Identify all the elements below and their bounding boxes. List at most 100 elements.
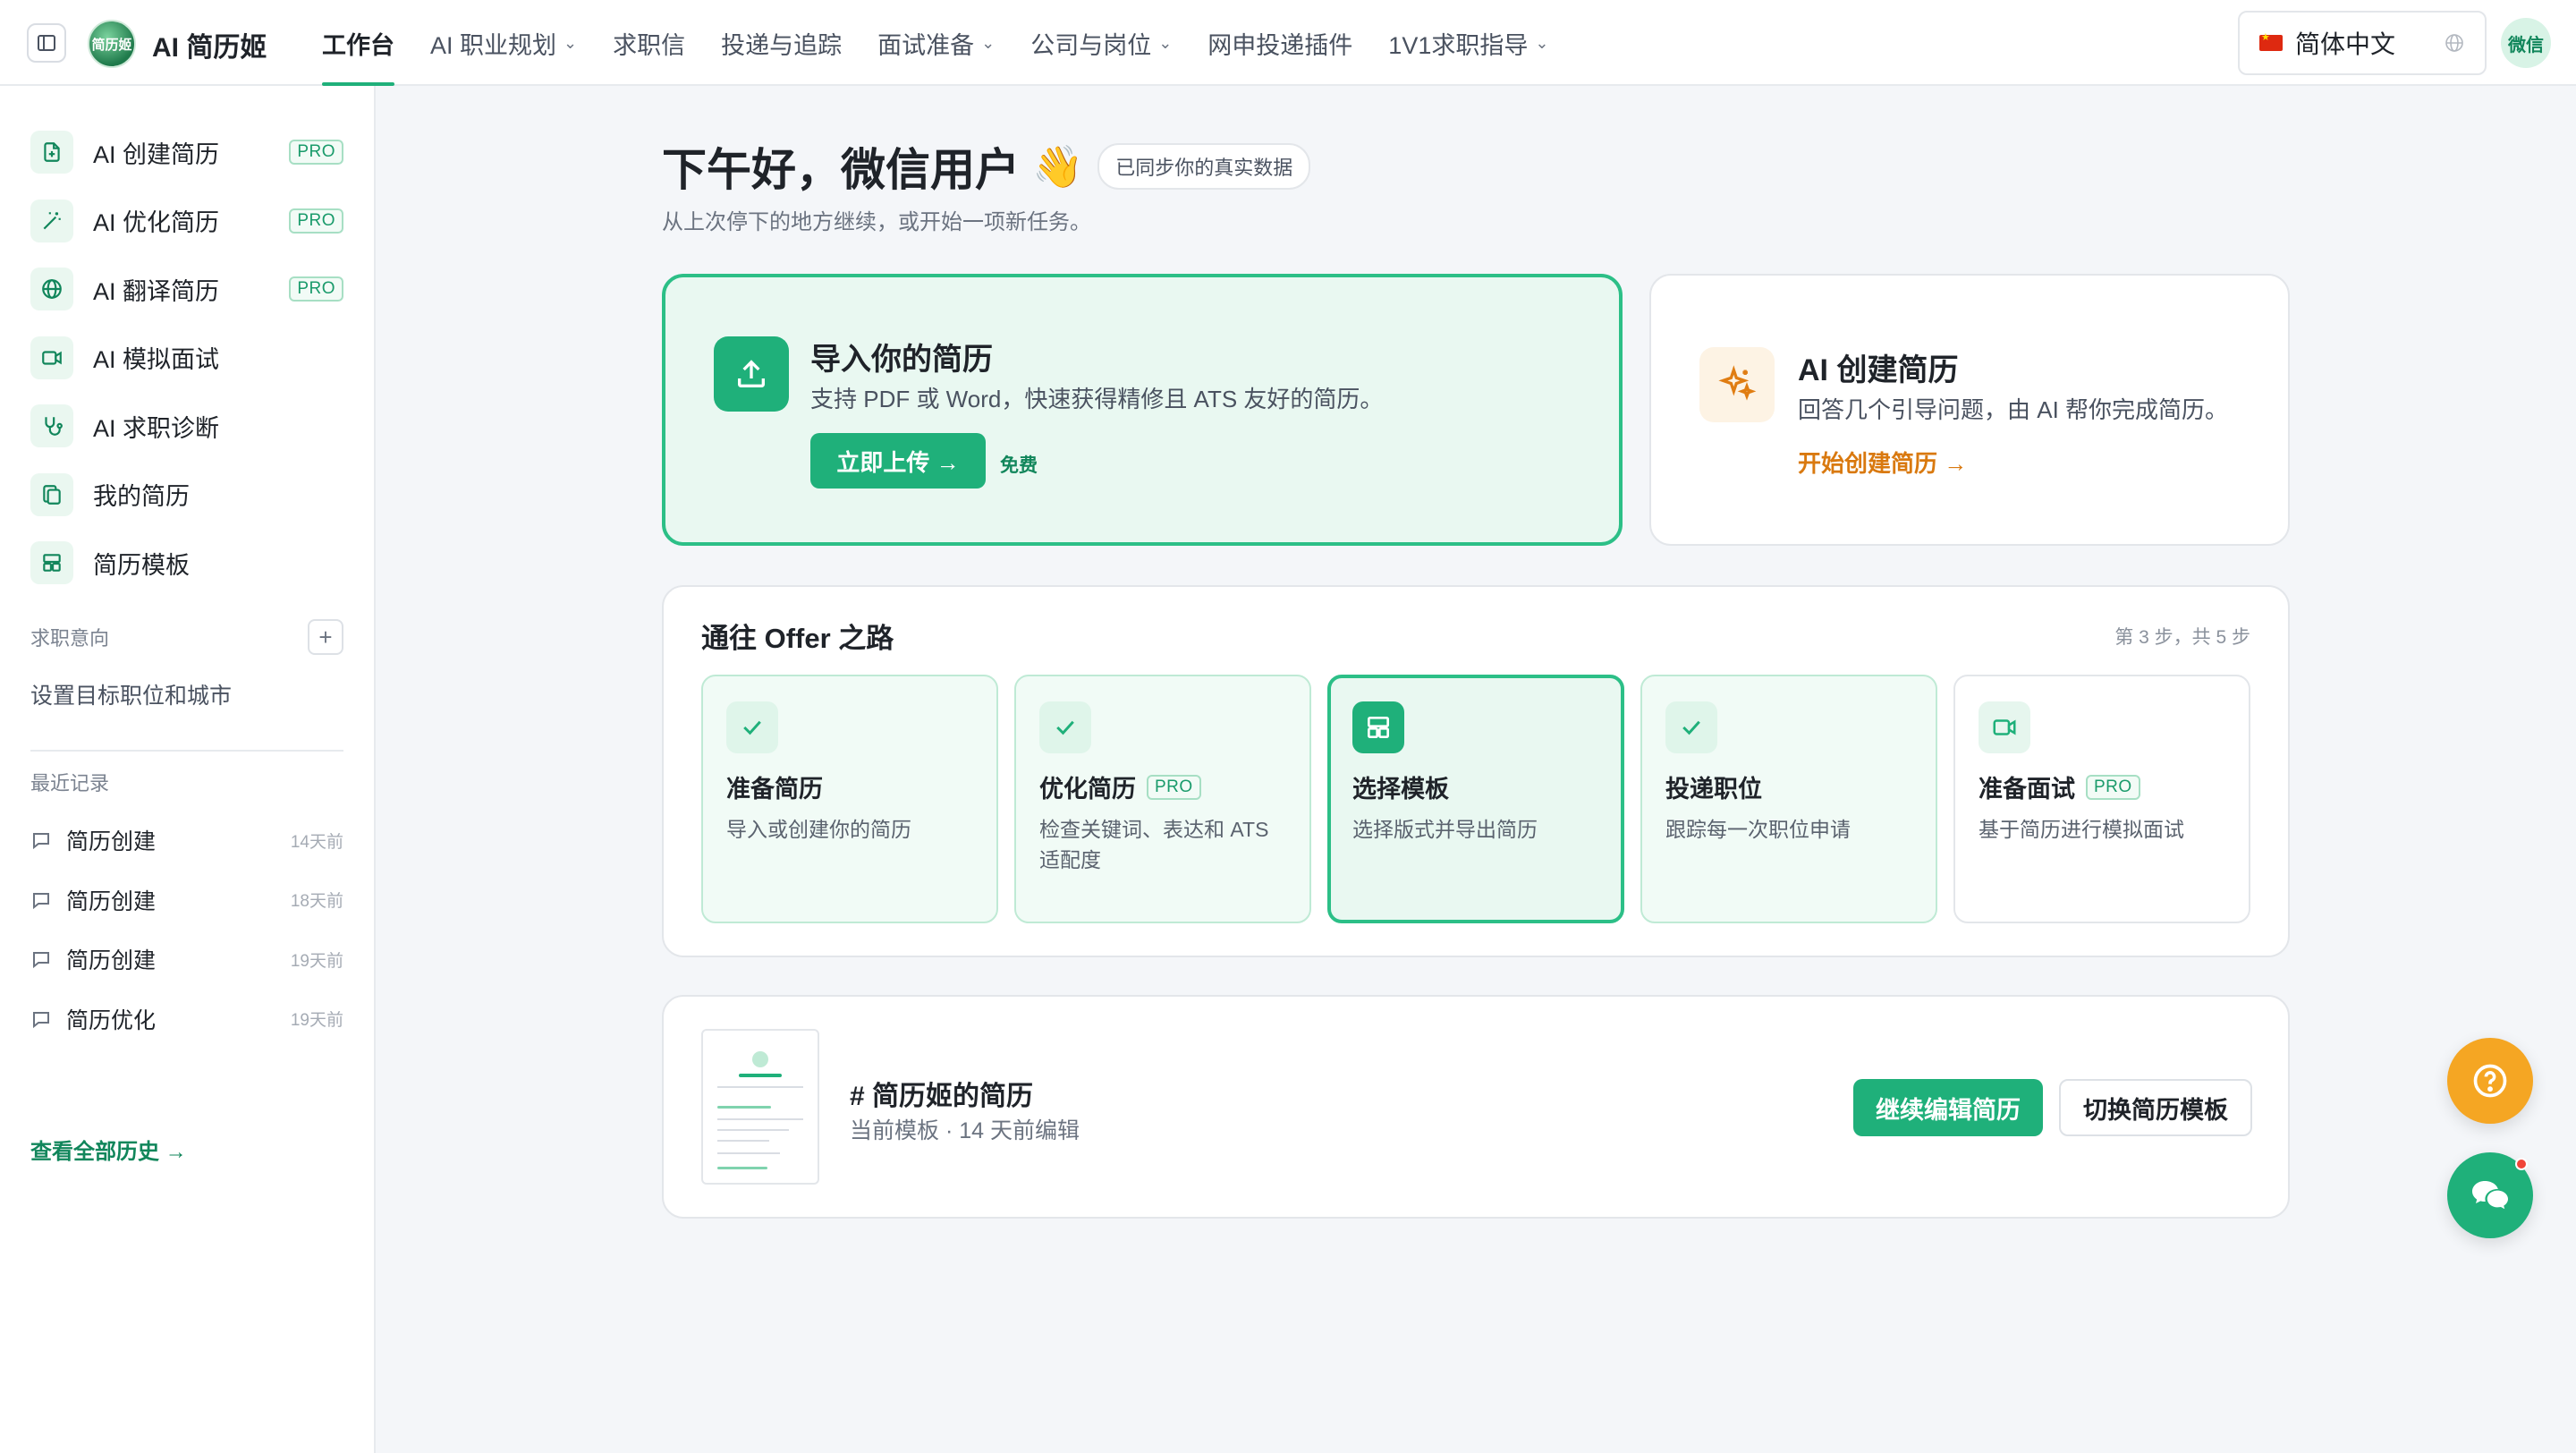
history-time: 14天前	[290, 832, 343, 852]
layout-icon	[30, 541, 73, 585]
history-list: 简历创建 14天前 简历创建 18天前 简历创建 19天前 简历优化 19天前	[30, 811, 343, 1049]
notification-dot	[2515, 1158, 2528, 1170]
language-selector[interactable]: 简体中文	[2238, 11, 2487, 75]
help-button[interactable]	[2447, 1038, 2533, 1124]
stethoscope-icon	[30, 404, 73, 448]
pro-badge: PRO	[289, 208, 343, 234]
check-icon	[1039, 701, 1091, 753]
wechat-chat-button[interactable]	[2447, 1152, 2533, 1238]
step-prepare-resume[interactable]: 准备简历 导入或创建你的简历	[701, 675, 998, 923]
sidebar-item-resume-templates[interactable]: 简历模板	[30, 529, 343, 598]
sidebar-item-ai-create-resume[interactable]: AI 创建简历 PRO	[30, 118, 343, 187]
chat-bubble-icon	[33, 952, 49, 969]
history-item[interactable]: 简历创建 19天前	[30, 930, 343, 990]
history-label: 简历创建	[66, 829, 157, 855]
sidebar-item-label: 简历模板	[93, 551, 190, 579]
upload-icon	[714, 336, 789, 412]
nav-item-career-planning[interactable]: AI 职业规划 ⌄	[412, 0, 595, 86]
job-intent-link[interactable]: 设置目标职位和城市	[30, 678, 232, 710]
top-navigation-bar: 简历姬 AI 简历姬 工作台 AI 职业规划 ⌄ 求职信 投递与追踪 面试准备 ⌄ …	[0, 0, 2576, 86]
user-avatar[interactable]: 微信	[2501, 18, 2551, 68]
step-prepare-interview[interactable]: 准备面试 PRO 基于简历进行模拟面试	[1953, 675, 2250, 923]
nav-label: 求职信	[613, 31, 686, 59]
job-intent-title: 求职意向	[30, 627, 110, 650]
step-title: 选择模板	[1352, 769, 1449, 804]
add-intent-button[interactable]: +	[308, 619, 343, 655]
step-title: 准备面试 PRO	[1979, 769, 2140, 804]
video-icon	[30, 336, 73, 379]
sidebar-item-ai-translate-resume[interactable]: AI 翻译简历 PRO	[30, 255, 343, 324]
magic-wand-icon	[30, 199, 73, 242]
pro-badge: PRO	[289, 140, 343, 166]
video-icon	[1979, 701, 2030, 753]
free-tag: 免费	[1000, 455, 1038, 476]
road-title: 通往 Offer 之路	[701, 623, 894, 654]
nav-item-applications[interactable]: 投递与追踪	[703, 0, 860, 86]
history-item[interactable]: 简历创建 18天前	[30, 871, 343, 930]
sidebar-item-label: AI 翻译简历	[93, 277, 220, 305]
sidebar-item-label: AI 创建简历	[93, 140, 220, 168]
import-resume-card[interactable]: 导入你的简历 支持 PDF 或 Word，快速获得精修且 ATS 友好的简历。 …	[662, 274, 1623, 546]
sidebar-item-my-resumes[interactable]: 我的简历	[30, 461, 343, 530]
current-resume-card: # 简历姬的简历 当前模板 · 14 天前编辑 继续编辑简历 切换简历模板	[662, 995, 2290, 1219]
step-title: 投递职位	[1665, 769, 1762, 804]
history-time: 19天前	[290, 951, 343, 971]
view-all-history-link[interactable]: 查看全部历史 →	[30, 1134, 187, 1165]
start-create-resume-link[interactable]: 开始创建简历 →	[1798, 446, 1967, 479]
step-title: 优化简历 PRO	[1039, 769, 1201, 804]
step-optimize-resume[interactable]: 优化简历 PRO 检查关键词、表达和 ATS 适配度	[1014, 675, 1311, 923]
history-label: 简历创建	[66, 948, 157, 974]
nav-item-plugin[interactable]: 网申投递插件	[1190, 0, 1370, 86]
ai-create-resume-card[interactable]: AI 创建简历 回答几个引导问题，由 AI 帮你完成简历。 开始创建简历 →	[1649, 274, 2290, 546]
nav-label: 网申投递插件	[1208, 31, 1353, 59]
job-intent-header: 求职意向 +	[30, 619, 343, 655]
step-choose-template[interactable]: 选择模板 选择版式并导出简历	[1327, 675, 1624, 923]
chevron-down-icon: ⌄	[1158, 33, 1173, 52]
step-desc: 导入或创建你的简历	[726, 818, 911, 841]
nav-item-interview-prep[interactable]: 面试准备 ⌄	[860, 0, 1013, 86]
step-title-text: 投递职位	[1665, 776, 1762, 803]
sidebar-item-ai-optimize-resume[interactable]: AI 优化简历 PRO	[30, 187, 343, 256]
sidebar-item-ai-job-diagnosis[interactable]: AI 求职诊断	[30, 392, 343, 461]
greeting-text: 下午好，微信用户	[662, 145, 1020, 195]
globe-icon	[30, 268, 73, 311]
step-desc: 跟踪每一次职位申请	[1665, 818, 1851, 841]
brand-name[interactable]: AI 简历姬	[152, 25, 267, 64]
pro-badge: PRO	[1147, 774, 1201, 800]
history-item[interactable]: 简历创建 14天前	[30, 811, 343, 871]
switch-template-button[interactable]: 切换简历模板	[2059, 1079, 2252, 1136]
resume-thumbnail[interactable]	[701, 1029, 819, 1185]
steps-row: 准备简历 导入或创建你的简历 优化简历 PRO 检查关键词、表达和 ATS 适配度…	[701, 675, 2250, 923]
step-title: 准备简历	[726, 769, 823, 804]
step-apply-jobs[interactable]: 投递职位 跟踪每一次职位申请	[1640, 675, 1937, 923]
chat-bubble-icon	[33, 1011, 49, 1028]
history-label: 简历优化	[66, 1007, 157, 1033]
step-title-text: 选择模板	[1352, 776, 1449, 803]
sidebar-item-ai-mock-interview[interactable]: AI 模拟面试	[30, 324, 343, 393]
brand-logo[interactable]: 简历姬	[88, 20, 136, 68]
nav-item-companies[interactable]: 公司与岗位 ⌄	[1013, 0, 1190, 86]
sidebar-toggle-button[interactable]	[27, 23, 66, 63]
continue-edit-button[interactable]: 继续编辑简历	[1853, 1079, 2043, 1136]
nav-label: 面试准备	[877, 31, 975, 59]
nav-label: 1V1求职指导	[1388, 31, 1529, 59]
recent-title: 最近记录	[30, 772, 110, 794]
step-desc: 选择版式并导出简历	[1352, 818, 1538, 841]
sidebar-menu: AI 创建简历 PRO AI 优化简历 PRO AI 翻译简历 PRO AI 模…	[30, 118, 343, 598]
layout-icon	[1352, 701, 1404, 753]
chat-bubble-icon	[33, 892, 49, 909]
chat-bubble-icon	[33, 833, 49, 850]
upload-now-button[interactable]: 立即上传 →	[810, 433, 986, 489]
sidebar-panel-icon	[38, 35, 55, 51]
plus-icon: +	[318, 623, 333, 650]
nav-item-cover-letter[interactable]: 求职信	[595, 0, 703, 86]
globe-icon	[2445, 34, 2463, 52]
nav-item-coaching[interactable]: 1V1求职指导 ⌄	[1370, 0, 1566, 86]
history-item[interactable]: 简历优化 19天前	[30, 990, 343, 1049]
nav-item-workbench[interactable]: 工作台	[304, 0, 412, 86]
step-title-text: 准备面试	[1979, 776, 2075, 803]
language-label: 简体中文	[2295, 30, 2396, 58]
nav-label: 工作台	[322, 31, 394, 59]
resume-meta: 当前模板 · 14 天前编辑	[850, 1118, 1080, 1143]
main-nav: 工作台 AI 职业规划 ⌄ 求职信 投递与追踪 面试准备 ⌄ 公司与岗位 ⌄ 网申投递…	[304, 0, 1566, 86]
